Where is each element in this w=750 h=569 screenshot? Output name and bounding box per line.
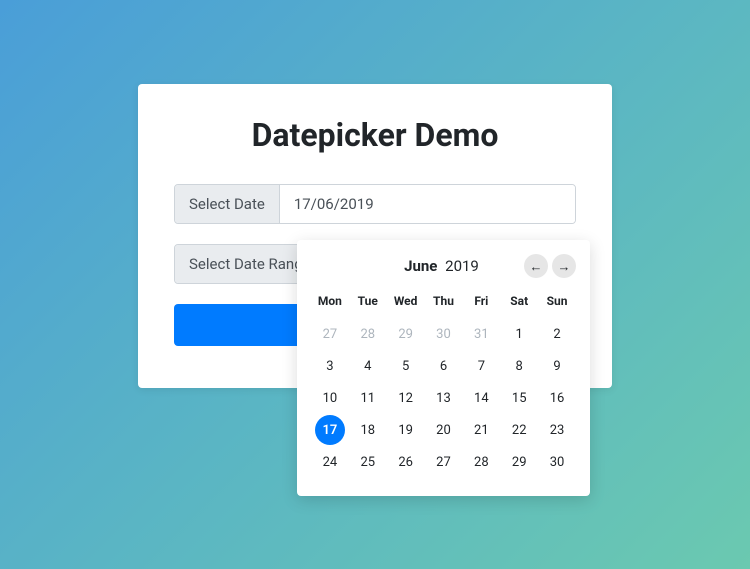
calendar-day[interactable]: 15 xyxy=(500,382,538,414)
calendar-day[interactable]: 4 xyxy=(349,350,387,382)
calendar-day[interactable]: 22 xyxy=(500,414,538,446)
weekday-header: Wed xyxy=(387,288,425,318)
calendar-day[interactable]: 9 xyxy=(538,350,576,382)
calendar-day[interactable]: 2 xyxy=(538,318,576,350)
calendar-day[interactable]: 23 xyxy=(538,414,576,446)
datepicker-popup: June 2019 ← → MonTueWedThuFriSatSun27282… xyxy=(297,240,590,496)
weekday-header: Thu xyxy=(425,288,463,318)
calendar-day[interactable]: 16 xyxy=(538,382,576,414)
weekday-header: Fri xyxy=(462,288,500,318)
calendar-day[interactable]: 21 xyxy=(462,414,500,446)
calendar-day[interactable]: 8 xyxy=(500,350,538,382)
calendar-day[interactable]: 20 xyxy=(425,414,463,446)
calendar-day[interactable]: 1 xyxy=(500,318,538,350)
calendar-day[interactable]: 25 xyxy=(349,446,387,478)
weekday-header: Sat xyxy=(500,288,538,318)
select-date-group: Select Date xyxy=(174,184,576,224)
select-date-label: Select Date xyxy=(175,185,280,223)
calendar-day[interactable]: 12 xyxy=(387,382,425,414)
datepicker-header: June 2019 ← → xyxy=(311,254,576,278)
calendar-day[interactable]: 24 xyxy=(311,446,349,478)
calendar-day[interactable]: 28 xyxy=(349,318,387,350)
calendar-day[interactable]: 14 xyxy=(462,382,500,414)
calendar-day[interactable]: 30 xyxy=(538,446,576,478)
calendar-day[interactable]: 27 xyxy=(425,446,463,478)
calendar-day[interactable]: 28 xyxy=(462,446,500,478)
next-month-button[interactable]: → xyxy=(552,254,576,278)
calendar-day[interactable]: 10 xyxy=(311,382,349,414)
datepicker-month: June xyxy=(404,257,437,275)
calendar-day[interactable]: 19 xyxy=(387,414,425,446)
calendar-day[interactable]: 5 xyxy=(387,350,425,382)
calendar-day[interactable]: 17 xyxy=(311,414,349,446)
prev-month-button[interactable]: ← xyxy=(524,254,548,278)
calendar-day[interactable]: 6 xyxy=(425,350,463,382)
datepicker-title[interactable]: June 2019 xyxy=(311,257,524,275)
select-date-input[interactable] xyxy=(280,185,575,223)
datepicker-year: 2019 xyxy=(445,257,479,275)
datepicker-grid: MonTueWedThuFriSatSun2728293031123456789… xyxy=(311,288,576,478)
calendar-day[interactable]: 18 xyxy=(349,414,387,446)
weekday-header: Mon xyxy=(311,288,349,318)
weekday-header: Sun xyxy=(538,288,576,318)
calendar-day[interactable]: 29 xyxy=(500,446,538,478)
calendar-day[interactable]: 13 xyxy=(425,382,463,414)
page-title: Datepicker Demo xyxy=(174,116,576,154)
weekday-header: Tue xyxy=(349,288,387,318)
calendar-day[interactable]: 31 xyxy=(462,318,500,350)
calendar-day[interactable]: 30 xyxy=(425,318,463,350)
calendar-day[interactable]: 11 xyxy=(349,382,387,414)
datepicker-nav: ← → xyxy=(524,254,576,278)
calendar-day[interactable]: 26 xyxy=(387,446,425,478)
calendar-day[interactable]: 29 xyxy=(387,318,425,350)
calendar-day[interactable]: 3 xyxy=(311,350,349,382)
calendar-day[interactable]: 27 xyxy=(311,318,349,350)
calendar-day[interactable]: 7 xyxy=(462,350,500,382)
